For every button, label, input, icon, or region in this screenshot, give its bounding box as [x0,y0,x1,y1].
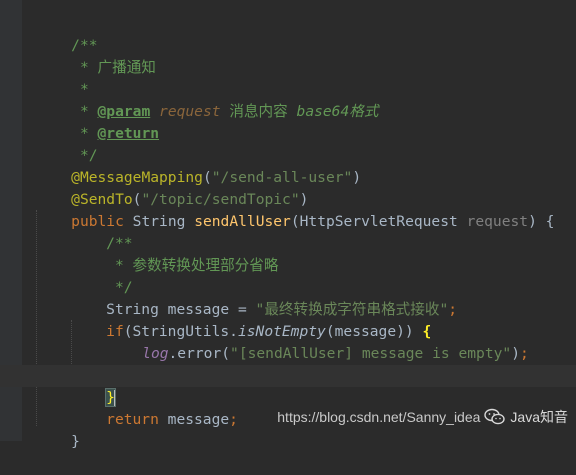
code-editor[interactable]: /** * 广播通知 * * @param request 消息内容 base6… [0,0,576,450]
close-brace: } [71,433,80,450]
watermark: https://blog.csdn.net/Sanny_idea Java知音 [277,407,568,427]
code-line[interactable]: if(StringUtils.isNotEmpty(message)) { [71,299,576,340]
code-line[interactable]: * [36,57,576,98]
watermark-brand: Java知音 [510,409,568,425]
code-line[interactable]: * @param request 消息内容 base64格式 [36,79,576,120]
code-line[interactable]: /** [71,211,576,252]
code-line-current[interactable]: } [0,365,576,407]
code-line[interactable]: * 参数转换处理部分省略 [71,233,576,274]
code-line[interactable]: * @return [36,101,576,142]
code-line[interactable]: public String sendAllUser(HttpServletReq… [36,189,576,230]
code-line[interactable]: return message; [71,387,576,428]
code-line[interactable]: return null; [107,343,576,384]
code-line[interactable]: */ [71,255,576,296]
watermark-url: https://blog.csdn.net/Sanny_idea [277,409,481,425]
code-line[interactable]: @MessageMapping("/send-all-user") [36,145,576,186]
code-line[interactable]: @SendTo("/topic/sendTopic") [36,167,576,208]
code-line[interactable]: * 广播通知 [36,35,576,76]
code-line[interactable]: /** [36,13,576,54]
code-line[interactable]: String message = "最终转换成字符串格式接收"; [71,277,576,318]
code-line[interactable]: */ [36,123,576,164]
wechat-icon [484,408,506,426]
code-line[interactable]: log.error("[sendAllUser] message is empt… [107,321,576,362]
